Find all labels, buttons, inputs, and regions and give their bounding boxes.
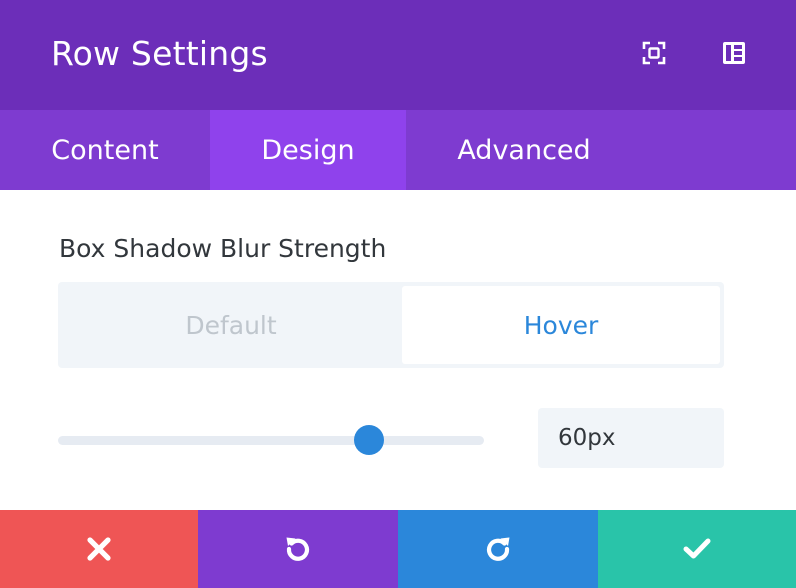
undo-button[interactable] bbox=[198, 510, 398, 588]
settings-tabs: Content Design Advanced bbox=[0, 110, 796, 190]
redo-button[interactable] bbox=[398, 510, 598, 588]
modal-header: Row Settings bbox=[0, 0, 796, 110]
row-settings-modal: Row Settings Content Design Advanced Box… bbox=[0, 0, 796, 588]
close-icon bbox=[87, 537, 111, 561]
state-hover-option[interactable]: Hover bbox=[402, 286, 720, 364]
field-label: Box Shadow Blur Strength bbox=[59, 234, 387, 263]
tab-content[interactable]: Content bbox=[0, 110, 210, 190]
modal-title: Row Settings bbox=[51, 34, 268, 73]
blur-slider-thumb[interactable] bbox=[353, 425, 384, 455]
tab-advanced[interactable]: Advanced bbox=[406, 110, 642, 190]
sidebar-layout-icon[interactable] bbox=[719, 38, 749, 68]
fullscreen-icon[interactable] bbox=[639, 38, 669, 68]
redo-icon bbox=[486, 537, 510, 561]
cancel-button[interactable] bbox=[0, 510, 198, 588]
tab-design[interactable]: Design bbox=[210, 110, 406, 190]
check-icon bbox=[683, 538, 711, 559]
state-default-option[interactable]: Default bbox=[62, 286, 400, 364]
undo-icon bbox=[286, 537, 310, 561]
fullscreen-icon-glyph bbox=[642, 41, 666, 65]
state-toggle: Default Hover bbox=[58, 282, 724, 368]
modal-footer bbox=[0, 510, 796, 588]
save-button[interactable] bbox=[598, 510, 796, 588]
sidebar-layout-icon-glyph bbox=[723, 42, 745, 64]
blur-value-input[interactable] bbox=[538, 408, 724, 468]
blur-slider-track[interactable] bbox=[58, 436, 484, 445]
